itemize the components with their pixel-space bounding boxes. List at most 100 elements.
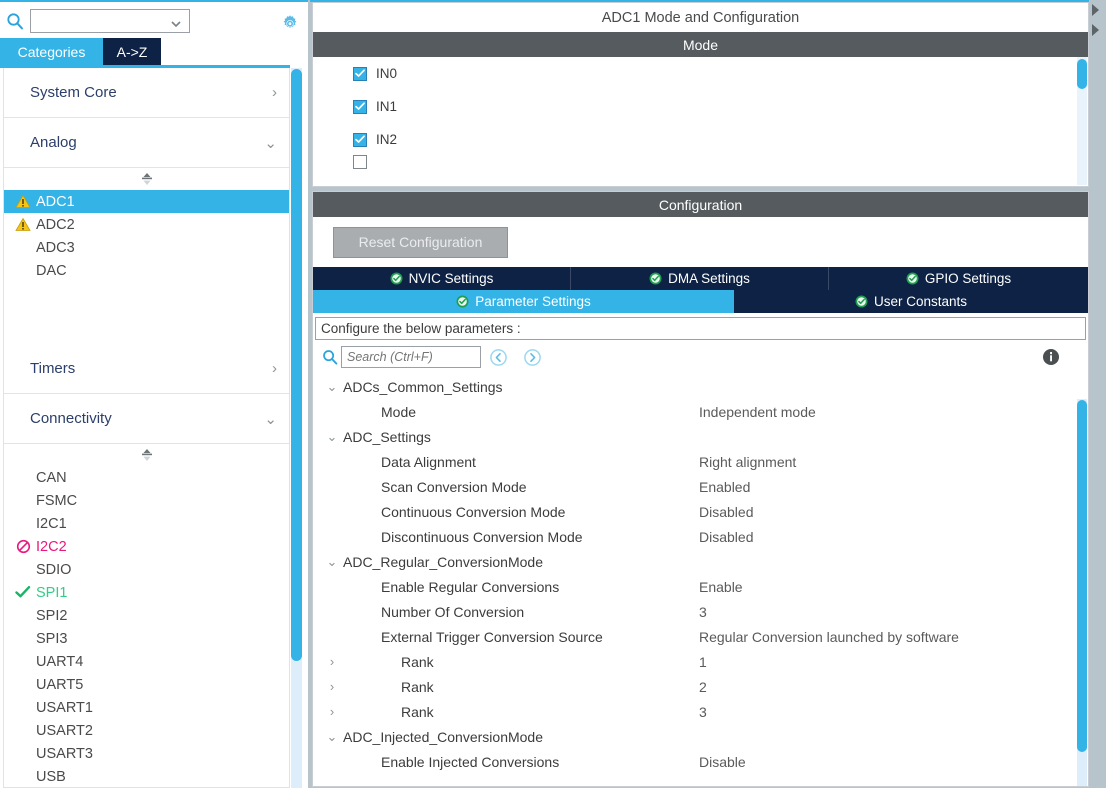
checkbox-in0[interactable] — [353, 66, 367, 81]
gear-icon[interactable] — [278, 10, 302, 34]
sidebar-item-usart1[interactable]: USART1 — [4, 696, 289, 719]
sidebar-item-can[interactable]: CAN — [4, 466, 289, 489]
tab-dma-settings[interactable]: DMA Settings — [571, 267, 829, 290]
sidebar-item-usart3[interactable]: USART3 — [4, 742, 289, 765]
mode-channel-next-row[interactable] — [313, 155, 1088, 169]
reset-zone: Reset Configuration — [313, 217, 1088, 267]
mode-scrollbar-thumb[interactable] — [1077, 59, 1087, 89]
ok-status-icon — [906, 272, 919, 285]
tree-group-adc-settings[interactable]: ⌄ ADC_Settings — [313, 424, 1088, 449]
chevron-down-icon[interactable]: ⌄ — [325, 554, 339, 570]
sidebar-group-connectivity[interactable]: Connectivity ⌄ — [4, 394, 289, 444]
chevron-right-icon[interactable]: › — [325, 704, 339, 719]
sidebar-group-analog[interactable]: Analog ⌄ — [4, 118, 289, 168]
sidebar-item-usb[interactable]: USB — [4, 765, 289, 787]
tab-gpio-settings[interactable]: GPIO Settings — [829, 267, 1088, 290]
collapse-right-arrow-icon[interactable] — [1092, 4, 1099, 16]
sidebar-item-spi2[interactable]: SPI2 — [4, 604, 289, 627]
tree-row-scan-conversion-mode[interactable]: Scan Conversion Mode Enabled — [313, 474, 1088, 499]
tree-row-external-trigger-conversion-source[interactable]: External Trigger Conversion Source Regul… — [313, 624, 1088, 649]
sidebar-group-timers[interactable]: Timers › — [4, 344, 289, 394]
tree-group-adc-regular-conversionmode[interactable]: ⌄ ADC_Regular_ConversionMode — [313, 549, 1088, 574]
tree-row-value[interactable]: Disabled — [699, 504, 753, 520]
sidebar-item-adc3[interactable]: ADC3 — [4, 236, 289, 259]
sidebar-item-i2c2[interactable]: I2C2 — [4, 535, 289, 558]
tree-group-adc-injected-conversionmode[interactable]: ⌄ ADC_Injected_ConversionMode — [313, 724, 1088, 749]
chevron-down-icon: ⌄ — [264, 134, 277, 152]
analog-sort-handle[interactable] — [4, 168, 289, 190]
tab-user-constants[interactable]: User Constants — [734, 290, 1088, 313]
tree-row-value[interactable]: Independent mode — [699, 404, 816, 420]
sidebar-item-uart4[interactable]: UART4 — [4, 650, 289, 673]
tree-row-number-of-conversion[interactable]: Number Of Conversion 3 — [313, 599, 1088, 624]
chevron-down-icon[interactable]: ⌄ — [325, 729, 339, 745]
mode-channel-in2-row[interactable]: IN2 — [313, 123, 1088, 156]
parameter-search-box[interactable] — [341, 346, 481, 368]
tab-nvic-settings[interactable]: NVIC Settings — [313, 267, 571, 290]
reset-configuration-button[interactable]: Reset Configuration — [333, 226, 508, 258]
config-tab-row-1: NVIC Settings DMA Settings GPIO Settings — [313, 267, 1088, 290]
sidebar-search-combo[interactable] — [30, 8, 190, 33]
checkbox-in2[interactable] — [353, 132, 367, 147]
info-icon[interactable] — [1042, 348, 1060, 366]
checkbox-in1[interactable] — [353, 99, 367, 114]
tree-row-rank-1[interactable]: › Rank 1 — [313, 649, 1088, 674]
tree-row-value[interactable]: Regular Conversion launched by software — [699, 629, 959, 645]
tab-categories-label: Categories — [17, 43, 86, 60]
sidebar-scrollbar-thumb[interactable] — [291, 69, 302, 661]
tree-row-rank-2[interactable]: › Rank 2 — [313, 674, 1088, 699]
tree-row-enable-injected-conversions[interactable]: Enable Injected Conversions Disable — [313, 749, 1088, 774]
collapse-right-arrow-icon-2[interactable] — [1092, 24, 1099, 36]
tree-row-value[interactable]: 3 — [699, 604, 707, 620]
chevron-right-icon[interactable]: › — [325, 654, 339, 669]
tab-a-to-z[interactable]: A->Z — [103, 38, 161, 65]
tree-row-value[interactable]: Disabled — [699, 529, 753, 545]
tree-row-data-alignment[interactable]: Data Alignment Right alignment — [313, 449, 1088, 474]
tree-row-value[interactable]: 3 — [699, 704, 707, 720]
tree-row-rank-3[interactable]: › Rank 3 — [313, 699, 1088, 724]
sidebar-item-i2c1[interactable]: I2C1 — [4, 512, 289, 535]
sidebar-item-dac[interactable]: DAC — [4, 259, 289, 282]
tree-row-mode[interactable]: Mode Independent mode — [313, 399, 1088, 424]
parameter-search-input[interactable] — [342, 347, 480, 367]
tree-row-enable-regular-conversions[interactable]: Enable Regular Conversions Enable — [313, 574, 1088, 599]
configuration-band: Configuration — [313, 192, 1088, 217]
tab-parameter-settings[interactable]: Parameter Settings — [313, 290, 734, 313]
tab-user-constants-label: User Constants — [873, 294, 968, 309]
sidebar-item-fsmc[interactable]: FSMC — [4, 489, 289, 512]
connectivity-sort-handle[interactable] — [4, 444, 289, 466]
chevron-left-circle-icon[interactable] — [481, 348, 515, 367]
tree-row-value[interactable]: Enabled — [699, 479, 750, 495]
tree-row-discontinuous-conversion-mode[interactable]: Discontinuous Conversion Mode Disabled — [313, 524, 1088, 549]
chevron-right-icon[interactable]: › — [325, 679, 339, 694]
parameter-scrollbar-thumb[interactable] — [1077, 400, 1087, 752]
tree-row-value[interactable]: Right alignment — [699, 454, 796, 470]
sidebar-item-usart2[interactable]: USART2 — [4, 719, 289, 742]
sidebar-item-usart3-label: USART3 — [36, 745, 93, 762]
tree-row-value[interactable]: 2 — [699, 679, 707, 695]
mode-channel-in1-label: IN1 — [376, 99, 398, 114]
sidebar-item-adc2[interactable]: ADC2 — [4, 213, 289, 236]
chevron-right-icon: › — [272, 360, 277, 377]
sidebar-item-spi1[interactable]: SPI1 — [4, 581, 289, 604]
tree-row-value[interactable]: Disable — [699, 754, 746, 770]
tree-group-adcs-common-settings[interactable]: ⌄ ADCs_Common_Settings — [313, 374, 1088, 399]
sidebar-item-adc1[interactable]: ADC1 — [4, 190, 289, 213]
mode-channel-in0-row[interactable]: IN0 — [313, 57, 1088, 90]
chevron-down-icon[interactable]: ⌄ — [325, 379, 339, 395]
checkbox-next-channel[interactable] — [353, 155, 367, 169]
tree-row-name: Continuous Conversion Mode — [381, 503, 566, 520]
tree-row-continuous-conversion-mode[interactable]: Continuous Conversion Mode Disabled — [313, 499, 1088, 524]
mode-channel-in1-row[interactable]: IN1 — [313, 90, 1088, 123]
tree-row-value[interactable]: 1 — [699, 654, 707, 670]
sidebar-item-usb-label: USB — [36, 768, 66, 785]
sidebar-search-input[interactable] — [31, 9, 189, 32]
sidebar-group-system-core[interactable]: System Core › — [4, 68, 289, 118]
tree-row-value[interactable]: Enable — [699, 579, 743, 595]
sidebar-item-spi3[interactable]: SPI3 — [4, 627, 289, 650]
sidebar-item-uart5[interactable]: UART5 — [4, 673, 289, 696]
chevron-right-circle-icon[interactable] — [515, 348, 549, 367]
chevron-down-icon[interactable]: ⌄ — [325, 429, 339, 445]
tab-categories[interactable]: Categories — [0, 38, 103, 65]
sidebar-item-sdio[interactable]: SDIO — [4, 558, 289, 581]
